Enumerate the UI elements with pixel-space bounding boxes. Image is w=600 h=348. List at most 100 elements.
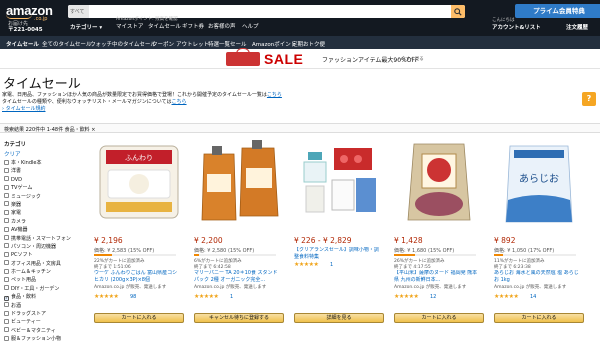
checkbox[interactable] (4, 226, 9, 232)
product-title-link[interactable]: マリーパニー TA 20＊10食 スタンドパック 2種 オーガニック完全... (194, 270, 282, 283)
sidebar-checkbox-item[interactable]: PCソフト (4, 251, 80, 259)
subnav-item[interactable]: タイムセール (6, 40, 39, 48)
checkbox[interactable] (4, 218, 9, 224)
banner-link[interactable]: › 今すぐ見る (398, 56, 424, 62)
search-category-dropdown[interactable]: すべて (68, 5, 89, 18)
nav-help[interactable]: ヘルプ (242, 22, 259, 30)
subnav-item[interactable]: ウォッチ中のタイムセール (90, 40, 156, 48)
promo-banner[interactable]: SALE ファッションアイテム最大90%OFF › 今すぐ見る (0, 48, 600, 69)
sidebar-checkbox-item[interactable]: ドラッグストア (4, 310, 80, 318)
sidebar-checkbox-item[interactable]: オフィス用品・文房具 (4, 260, 80, 268)
sidebar-checkbox-item[interactable]: ペット用品 (4, 276, 80, 284)
sidebar-checkbox-item[interactable]: ベビー＆マタニティ (4, 327, 80, 335)
sidebar-checkbox-item[interactable]: ホーム＆キッチン (4, 268, 80, 276)
nav-giftcard[interactable]: ギフト券 (182, 22, 204, 30)
checkbox[interactable] (4, 335, 9, 341)
sidebar-item-label: カメラ (11, 218, 27, 225)
sidebar-checkbox-item[interactable]: ミュージック (4, 193, 80, 201)
checkbox[interactable] (4, 243, 9, 249)
product-card: ¥ 226 - ¥ 2,829 【クリアランスセール】調味小物・調整食料特集 ★… (288, 140, 388, 330)
checkbox[interactable] (4, 318, 9, 324)
checkbox[interactable] (4, 285, 9, 291)
review-count-link[interactable]: 14 (530, 294, 536, 300)
sub-nav: タイムセール 全てのタイムセール ウォッチ中のタイムセール クーポン アウトレッ… (0, 36, 600, 49)
sidebar-checkbox-item[interactable]: TVゲーム (4, 184, 80, 192)
add-to-cart-button[interactable]: カートに入れる (494, 313, 584, 323)
upcoming-sales-link[interactable]: こちら (267, 92, 282, 98)
terms-link[interactable]: › タイムセール規約 (2, 106, 46, 112)
checkbox[interactable] (4, 302, 9, 308)
sidebar-checkbox-item-food[interactable]: ✓ 食品・飲料 (4, 293, 80, 301)
review-count-link[interactable]: 12 (430, 294, 436, 300)
sidebar-checkbox-item[interactable]: AV機器 (4, 226, 80, 234)
sidebar-checkbox-item[interactable]: DVD (4, 176, 80, 184)
seasoning-collection-image[interactable] (294, 140, 384, 225)
checkbox[interactable] (4, 176, 9, 182)
checkbox[interactable] (4, 260, 9, 266)
sidebar-checkbox-item[interactable]: ビューティー (4, 318, 80, 326)
dried-food-bag-image[interactable] (394, 140, 484, 225)
watchlist-info-link[interactable]: こちら (172, 99, 187, 105)
banner-sale-text: SALE (264, 51, 304, 67)
sidebar-clear-link[interactable]: クリア (4, 150, 80, 158)
add-to-cart-button[interactable]: カートに入れる (94, 313, 184, 323)
product-title-link[interactable]: あらじお 海水と風の天然塩 塩 あらじお 1kg (494, 270, 582, 283)
product-title-link[interactable]: 【平山米】薩摩のヌード 福岡発 熊本県 九州の新鮮日本... (394, 270, 482, 283)
prime-benefits-button[interactable]: プライム会員特典 (515, 4, 600, 18)
top-nav: amazon .co.jp お届け先 〒221-0045 すべて プライム会員特… (0, 0, 600, 36)
account-menu[interactable]: こんにちは アカウント&リスト (492, 17, 541, 31)
nav-timesale[interactable]: タイムセール (148, 22, 181, 30)
sauce-pouch-image[interactable] (194, 140, 284, 225)
subnav-item[interactable]: 全てのタイムセール (42, 40, 91, 48)
sidebar-checkbox-item[interactable]: カメラ (4, 218, 80, 226)
see-details-button[interactable]: 詳細を見る (294, 313, 384, 323)
search-button[interactable] (451, 5, 465, 18)
checkbox[interactable] (4, 159, 9, 165)
sidebar-checkbox-item[interactable]: お酒 (4, 302, 80, 310)
checkbox[interactable] (4, 209, 9, 215)
category-menu-button[interactable]: カテゴリー ▾ (70, 23, 102, 31)
checkbox[interactable] (4, 310, 9, 316)
salt-bag-image[interactable]: あらじお (494, 140, 584, 225)
review-count-link[interactable]: 1 (330, 262, 333, 268)
sidebar-checkbox-item[interactable]: 家電 (4, 209, 80, 217)
waitlist-button[interactable]: キャンセル待ちに登録する (194, 313, 284, 323)
subnav-item[interactable]: Amazonポイント (252, 40, 296, 48)
subnav-item[interactable]: アウトレット (176, 40, 209, 48)
sidebar-checkbox-item[interactable]: 携帯電話・スマートフォン (4, 235, 80, 243)
checkbox[interactable] (4, 167, 9, 173)
sidebar-checkbox-item[interactable]: パソコン・周辺機器 (4, 243, 80, 251)
deal-price: ¥ 892 (494, 236, 516, 245)
sidebar-checkbox-item[interactable]: 楽器 (4, 201, 80, 209)
sidebar-checkbox-item[interactable]: 本・Kindle本 (4, 159, 80, 167)
checkbox-checked[interactable]: ✓ (4, 295, 9, 301)
product-title-link[interactable]: 【クリアランスセール】調味小物・調整食料特集 (294, 247, 382, 260)
orders-link[interactable]: 注文履歴 (566, 23, 588, 31)
checkbox[interactable] (4, 235, 9, 241)
product-title-link[interactable]: ウーケ ふんわりごはん 富山県産コシヒカリ (200g×3P)×8個 (94, 270, 182, 283)
help-icon[interactable]: ? (582, 92, 596, 106)
sidebar-checkbox-item[interactable]: DIY・工具・ガーデン (4, 285, 80, 293)
checkbox[interactable] (4, 193, 9, 199)
checkbox[interactable] (4, 327, 9, 333)
sidebar-checkbox-item[interactable]: 洋書 (4, 167, 80, 175)
add-to-cart-button[interactable]: カートに入れる (394, 313, 484, 323)
sidebar-item-label: AV機器 (11, 227, 28, 234)
page-title: タイムセール (3, 76, 81, 91)
subnav-item[interactable]: 定期おトク便 (292, 40, 325, 48)
checkbox[interactable] (4, 276, 9, 282)
review-count-link[interactable]: 1 (230, 294, 233, 300)
subnav-item[interactable]: クーポン (152, 40, 174, 48)
claimed-progress-bar (94, 254, 176, 256)
checkbox[interactable] (4, 201, 9, 207)
review-count-link[interactable]: 98 (130, 294, 136, 300)
nav-feedback[interactable]: お客様の声 (208, 22, 236, 30)
svg-text:ふんわり: ふんわり (125, 154, 153, 162)
sidebar-checkbox-item[interactable]: 服＆ファッション小物 (4, 335, 80, 343)
checkbox[interactable] (4, 251, 9, 257)
checkbox[interactable] (4, 184, 9, 190)
checkbox[interactable] (4, 268, 9, 274)
subnav-item[interactable]: 特選一覧セール (208, 40, 247, 48)
delivery-address[interactable]: お届け先 〒221-0045 (8, 21, 43, 33)
rice-pack-image[interactable]: ふんわり (94, 140, 184, 225)
